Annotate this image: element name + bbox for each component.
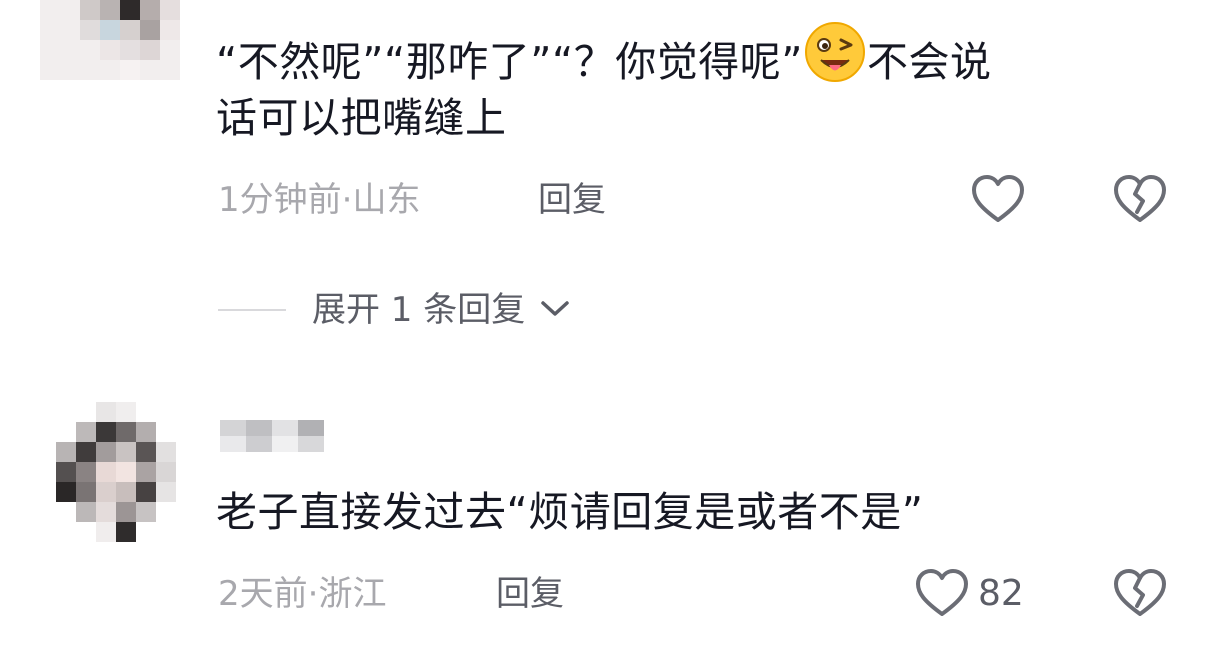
like-count: 82 xyxy=(978,573,1024,614)
wink-tongue-emoji-icon xyxy=(803,20,867,98)
reply-button[interactable]: 回复 xyxy=(538,180,606,220)
reply-button[interactable]: 回复 xyxy=(496,574,564,614)
comment-text-line: 话可以把嘴缝上 xyxy=(216,94,507,142)
broken-heart-icon[interactable] xyxy=(1112,174,1168,226)
expand-replies-button[interactable]: 展开 1 条回复 xyxy=(312,288,570,330)
avatar[interactable] xyxy=(56,402,176,542)
comment-text-part: 不会说 xyxy=(866,38,992,86)
comment-text: 老子直接发过去“烦请回复是或者不是” xyxy=(216,488,924,536)
expand-divider xyxy=(218,309,286,311)
heart-outline-icon[interactable] xyxy=(914,568,970,620)
avatar[interactable] xyxy=(40,0,180,80)
timestamp-location: 1分钟前·山东 xyxy=(218,180,421,220)
comment-text-part: “不然呢”“那咋了”“？你觉得呢” xyxy=(216,38,803,86)
chevron-down-icon xyxy=(540,288,570,328)
broken-heart-icon[interactable] xyxy=(1112,568,1168,620)
comment-text: “不然呢”“那咋了”“？你觉得呢” 不会说 xyxy=(216,20,991,98)
expand-replies-label: 展开 1 条回复 xyxy=(312,290,526,330)
timestamp-location: 2天前·浙江 xyxy=(218,574,387,614)
username[interactable] xyxy=(220,420,324,456)
heart-outline-icon[interactable] xyxy=(970,174,1026,226)
